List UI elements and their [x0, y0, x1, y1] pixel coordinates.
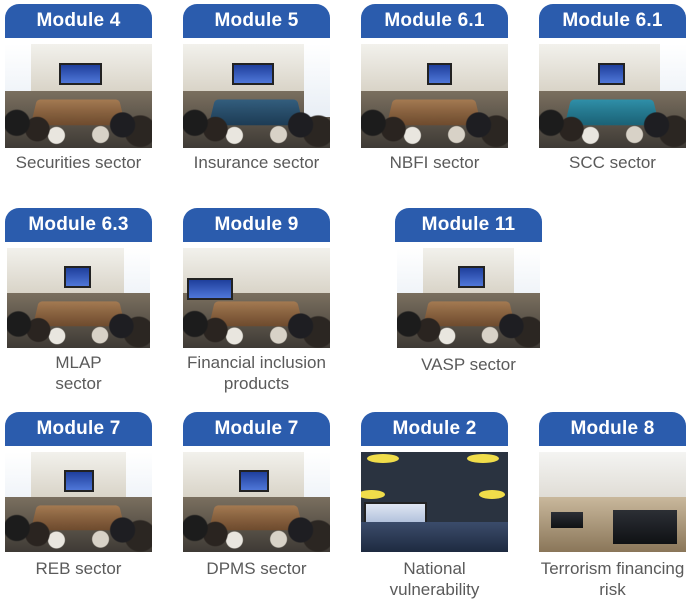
caption-line: NBFI sector [351, 152, 518, 173]
caption: REB sector [0, 558, 162, 579]
caption: National vulnerability [351, 558, 518, 600]
module-tab: Module 6.3 [5, 208, 152, 242]
caption: Financial inclusion products [173, 352, 340, 394]
caption-line: MLAP [0, 352, 162, 373]
module-tab: Module 5 [183, 4, 330, 38]
meeting-photo [361, 452, 508, 552]
caption-line: VASP sector [385, 354, 552, 375]
caption-line: Insurance sector [173, 152, 340, 173]
caption: MLAP sector [0, 352, 162, 394]
caption: NBFI sector [351, 152, 518, 173]
caption-line: vulnerability [351, 579, 518, 600]
meeting-photo [183, 44, 330, 148]
module-tab: Module 2 [361, 412, 508, 446]
caption: Terrorism financing risk [529, 558, 688, 600]
meeting-photo [539, 452, 686, 552]
module-tab: Module 11 [395, 208, 542, 242]
caption: DPMS sector [173, 558, 340, 579]
caption: Insurance sector [173, 152, 340, 173]
module-tab: Module 6.1 [539, 4, 686, 38]
meeting-photo [5, 44, 152, 148]
caption: SCC sector [529, 152, 688, 173]
module-tab: Module 7 [183, 412, 330, 446]
caption-line: DPMS sector [173, 558, 340, 579]
meeting-photo [397, 248, 540, 348]
caption-line: Securities sector [0, 152, 162, 173]
meeting-photo [5, 452, 152, 552]
meeting-photo [183, 248, 330, 348]
module-tab: Module 7 [5, 412, 152, 446]
caption-line: products [173, 373, 340, 394]
caption-line: Terrorism financing [529, 558, 688, 579]
module-tab: Module 4 [5, 4, 152, 38]
module-tab: Module 8 [539, 412, 686, 446]
caption: VASP sector [385, 354, 552, 375]
module-tab: Module 9 [183, 208, 330, 242]
caption: Securities sector [0, 152, 162, 173]
caption-line: SCC sector [529, 152, 688, 173]
caption-line: Financial inclusion [173, 352, 340, 373]
caption-line: REB sector [0, 558, 162, 579]
caption-line: sector [0, 373, 162, 394]
caption-line: National [351, 558, 518, 579]
meeting-photo [361, 44, 508, 148]
module-tab: Module 6.1 [361, 4, 508, 38]
caption-line: risk [529, 579, 688, 600]
meeting-photo [7, 248, 150, 348]
meeting-photo [183, 452, 330, 552]
meeting-photo [539, 44, 686, 148]
